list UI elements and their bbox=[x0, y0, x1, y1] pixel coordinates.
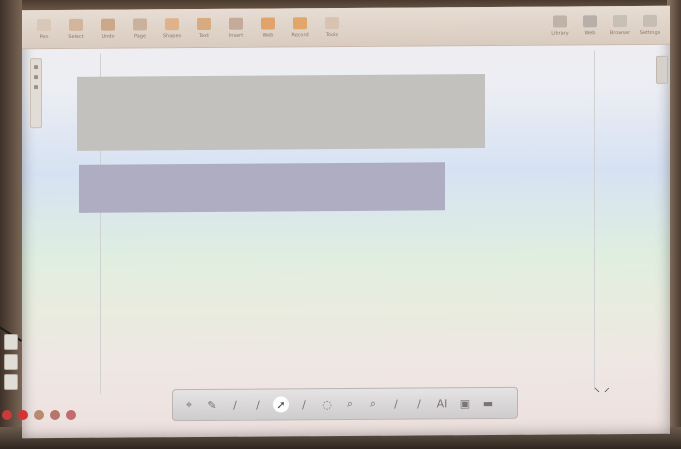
image-icon bbox=[229, 17, 243, 30]
tray-app-icon[interactable] bbox=[34, 410, 44, 420]
fill-icon[interactable]: ◌ bbox=[319, 396, 335, 412]
marker-icon[interactable]: ∕ bbox=[227, 397, 243, 413]
toolbar-button-label: Web bbox=[262, 32, 274, 39]
toolbar-button-label: Web bbox=[584, 29, 596, 36]
toolbar-button-web[interactable]: Web bbox=[256, 16, 280, 39]
tray-app-icon[interactable] bbox=[66, 410, 76, 420]
laser-icon[interactable]: ∕ bbox=[388, 396, 404, 412]
square-icon bbox=[69, 18, 83, 31]
right-margin-line bbox=[594, 50, 595, 391]
toolbar-button-insert[interactable]: Insert bbox=[224, 17, 248, 38]
eraser-icon[interactable]: ∕ bbox=[296, 396, 312, 412]
text-icon[interactable]: AI bbox=[434, 395, 450, 411]
toolbar-button-label: Undo bbox=[101, 33, 115, 40]
floating-tool-bar: ⌖ ✎ ∕ ∕ ➚ ∕ ◌ ⌕ ⌕ ∕ ∕ AI ▣ ▬ bbox=[172, 386, 518, 422]
top-toolbar: Pen Select Undo Page Shapes Text Insert Web Reco… bbox=[22, 5, 670, 50]
image-icon[interactable]: ▣ bbox=[457, 395, 473, 411]
toolbar-button-page[interactable]: Page bbox=[128, 17, 152, 39]
toolbar-button-label: Pen bbox=[39, 33, 49, 40]
toolbar-button-tools[interactable]: Tools bbox=[320, 16, 344, 38]
pen-icon[interactable]: ✎ bbox=[204, 397, 220, 413]
dock-item-icon[interactable] bbox=[4, 354, 18, 370]
toolbar-button-pen[interactable]: Pen bbox=[32, 18, 56, 40]
toolbar-button-library[interactable]: Library bbox=[548, 14, 572, 37]
toolbar-button-label: Select bbox=[68, 33, 84, 40]
tray-app-icon[interactable] bbox=[18, 410, 28, 420]
select-icon[interactable]: ➚ bbox=[273, 396, 289, 413]
toolbar-button-settings[interactable]: Settings bbox=[638, 14, 662, 35]
more-icon[interactable]: ▬ bbox=[480, 395, 496, 411]
toolbar-button-label: Settings bbox=[639, 29, 661, 36]
toolbar-button-select[interactable]: Select bbox=[64, 18, 88, 39]
toolbar-button-label: Library bbox=[551, 29, 569, 37]
line-icon[interactable]: ∕ bbox=[411, 395, 427, 411]
globe-icon bbox=[261, 16, 275, 30]
pen-icon bbox=[37, 18, 51, 31]
tray-app-icon[interactable] bbox=[50, 410, 60, 420]
toolbar-button-label: Text bbox=[198, 32, 210, 39]
taskbar-tray bbox=[2, 410, 76, 420]
toolbar-button-label: Record bbox=[291, 31, 309, 38]
toolbar-button-label: Tools bbox=[325, 31, 339, 38]
tools-icon bbox=[325, 16, 339, 29]
toolbar-button-undo[interactable]: Undo bbox=[96, 18, 120, 39]
tray-app-icon[interactable] bbox=[2, 410, 12, 420]
toolbar-button-web[interactable]: Web bbox=[578, 14, 602, 36]
top-toolbar-right-group: Library Web Browser Settings bbox=[548, 14, 662, 36]
dock-item-icon[interactable] bbox=[4, 374, 18, 390]
folder-icon bbox=[613, 14, 627, 27]
zoom-in-icon[interactable]: ⌕ bbox=[342, 396, 358, 412]
toolbar-button-shapes[interactable]: Shapes bbox=[160, 17, 184, 39]
toolbar-button-label: Insert bbox=[228, 32, 244, 39]
toolbar-button-label: Shapes bbox=[162, 32, 182, 39]
toolbar-button-label: Page bbox=[133, 32, 147, 39]
zoom-out-icon[interactable]: ⌕ bbox=[365, 396, 381, 412]
toolbar-button-label: Browser bbox=[609, 29, 631, 36]
cursor-glyph-icon: ⸜ ⸝ bbox=[594, 380, 610, 395]
right-scroll-handle[interactable] bbox=[656, 55, 668, 84]
page-sorter-handle[interactable] bbox=[30, 58, 42, 129]
globe-icon bbox=[583, 14, 597, 27]
record-icon bbox=[293, 16, 307, 29]
dock-item-icon[interactable] bbox=[4, 334, 18, 350]
page-icon bbox=[133, 17, 147, 30]
star-icon bbox=[165, 17, 179, 30]
text-icon bbox=[197, 17, 211, 30]
toolbar-button-browser[interactable]: Browser bbox=[608, 14, 632, 36]
gray-content-block[interactable] bbox=[77, 74, 485, 151]
toolbar-button-record[interactable]: Record bbox=[288, 16, 312, 38]
cursor-icon[interactable]: ⌖ bbox=[181, 397, 197, 413]
top-toolbar-left-group: Pen Select Undo Page Shapes Text Insert Web Reco… bbox=[32, 16, 344, 40]
highlighter-icon[interactable]: ∕ bbox=[250, 397, 266, 413]
projected-whiteboard-screen: Pen Select Undo Page Shapes Text Insert Web Reco… bbox=[22, 5, 670, 439]
side-dock bbox=[4, 330, 20, 394]
blue-content-block[interactable] bbox=[79, 162, 445, 213]
arrows-icon bbox=[101, 18, 115, 31]
toolbar-button-text[interactable]: Text bbox=[192, 17, 216, 39]
resource-icon bbox=[553, 14, 567, 28]
settings-icon bbox=[643, 14, 657, 27]
